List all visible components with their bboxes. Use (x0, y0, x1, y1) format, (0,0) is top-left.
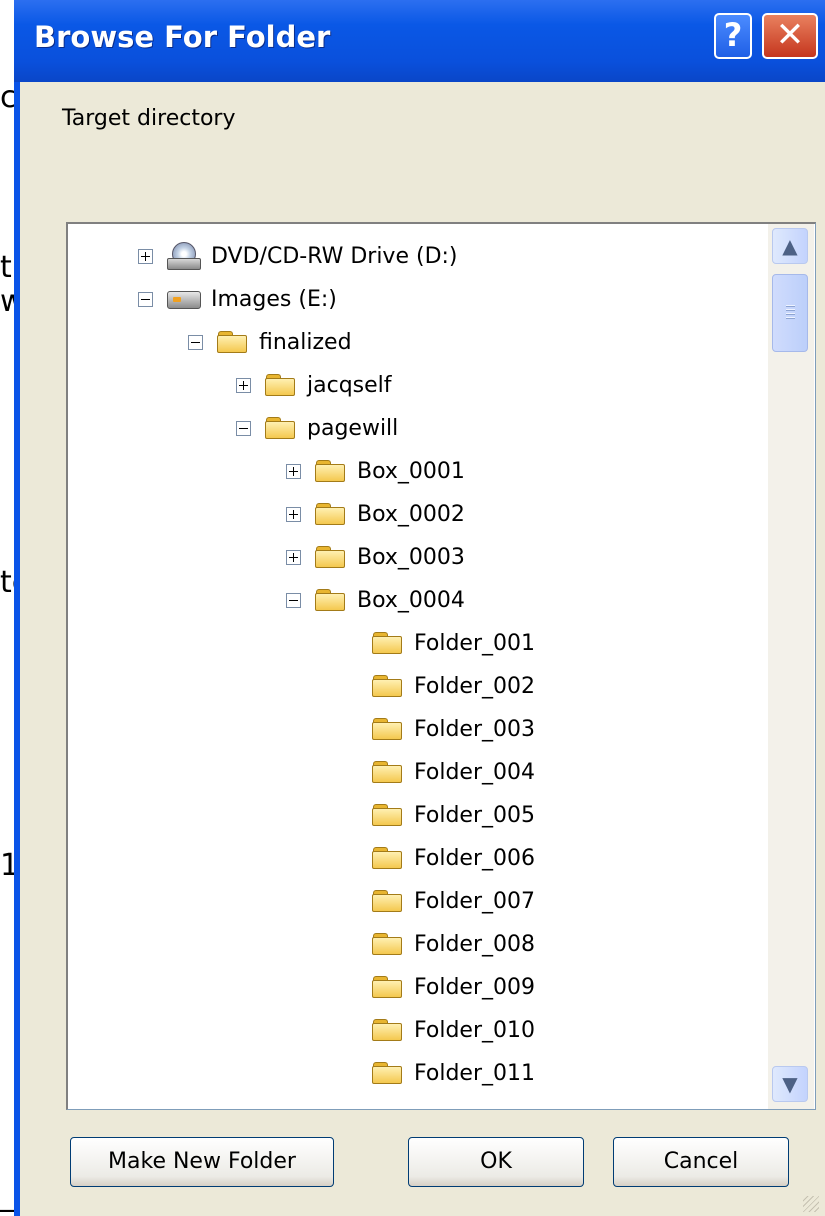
folder-icon (217, 330, 249, 354)
scroll-down-button[interactable]: ▼ (772, 1066, 808, 1102)
grip-icon (786, 305, 795, 321)
tree-node-label: Folder_006 (414, 845, 535, 871)
expand-icon[interactable] (138, 248, 153, 264)
folder-icon (315, 502, 347, 526)
folder-icon (372, 803, 404, 827)
tree-node[interactable]: Folder_007 (372, 881, 535, 921)
scroll-thumb[interactable] (772, 274, 808, 352)
tree-node[interactable]: Folder_011 (372, 1053, 535, 1093)
tree-node[interactable]: Folder_004 (372, 752, 535, 792)
make-new-folder-button[interactable]: Make New Folder (70, 1137, 334, 1187)
folder-icon (315, 459, 347, 483)
tree-node-label: finalized (259, 329, 352, 355)
close-icon: ✕ (775, 15, 805, 55)
tree-node-label: Box_0002 (357, 501, 465, 527)
expand-icon[interactable] (236, 377, 251, 393)
expand-icon[interactable] (286, 549, 301, 565)
folder-tree[interactable]: DVD/CD-RW Drive (D:) Images (E:) finalized… (66, 222, 816, 1110)
dialog-body: Target directory DVD/CD-RW Drive (D:) Ima… (20, 82, 825, 1216)
tree-node[interactable]: DVD/CD-RW Drive (D:) (138, 236, 458, 276)
collapse-icon[interactable] (286, 592, 301, 608)
folder-icon (372, 674, 404, 698)
tree-node-label: DVD/CD-RW Drive (D:) (211, 243, 458, 269)
tree-node[interactable]: pagewill (236, 408, 398, 448)
folder-icon (372, 975, 404, 999)
hard-drive-icon (167, 285, 201, 313)
folder-icon (372, 1061, 404, 1085)
tree-node-label: Folder_004 (414, 759, 535, 785)
resize-grip-icon[interactable] (803, 1196, 819, 1212)
dialog-prompt: Target directory (62, 106, 236, 131)
tree-node-label: Images (E:) (211, 286, 337, 312)
vertical-scrollbar[interactable]: ▲ ▼ (768, 224, 814, 1109)
scroll-up-button[interactable]: ▲ (772, 228, 808, 264)
chevron-up-icon: ▲ (782, 234, 798, 258)
tree-node-label: Folder_005 (414, 802, 535, 828)
cd-drive-icon (167, 242, 201, 270)
folder-icon (372, 889, 404, 913)
tree-node-label: Folder_009 (414, 974, 535, 1000)
folder-icon (372, 1018, 404, 1042)
tree-node[interactable]: Box_0001 (286, 451, 465, 491)
tree-node-label: Box_0004 (357, 587, 465, 613)
help-button[interactable]: ? (714, 13, 752, 59)
ok-button[interactable]: OK (408, 1137, 584, 1187)
background-text: t (0, 250, 12, 285)
tree-node-label: pagewill (307, 415, 399, 441)
tree-node[interactable]: Box_0003 (286, 537, 465, 577)
cancel-button[interactable]: Cancel (613, 1137, 789, 1187)
tree-node[interactable]: Folder_003 (372, 709, 535, 749)
tree-node[interactable]: finalized (188, 322, 352, 362)
close-button[interactable]: ✕ (762, 13, 818, 59)
dialog-title: Browse For Folder (34, 20, 331, 54)
title-bar[interactable]: Browse For Folder ? ✕ (14, 0, 825, 82)
folder-icon (372, 932, 404, 956)
browse-for-folder-dialog: Browse For Folder ? ✕ Target directory D… (14, 0, 825, 1216)
tree-node-label: Folder_002 (414, 673, 535, 699)
expand-icon[interactable] (286, 506, 301, 522)
tree-node[interactable]: Images (E:) (138, 279, 337, 319)
tree-node-label: Folder_010 (414, 1017, 535, 1043)
folder-icon (315, 545, 347, 569)
folder-icon (265, 416, 297, 440)
folder-icon (315, 588, 347, 612)
tree-node-label: Folder_008 (414, 931, 535, 957)
folder-icon (265, 373, 297, 397)
folder-icon (372, 631, 404, 655)
folder-icon (372, 717, 404, 741)
folder-icon (372, 846, 404, 870)
tree-node[interactable]: Folder_009 (372, 967, 535, 1007)
tree-node[interactable]: jacqself (236, 365, 392, 405)
help-icon: ? (723, 16, 743, 54)
background-text: _ (0, 1178, 15, 1213)
tree-node[interactable]: Folder_002 (372, 666, 535, 706)
tree-node[interactable]: Folder_001 (372, 623, 535, 663)
tree-node[interactable]: Box_0004 (286, 580, 465, 620)
tree-node[interactable]: Folder_010 (372, 1010, 535, 1050)
tree-node-label: Folder_011 (414, 1060, 535, 1086)
tree-node[interactable]: Folder_008 (372, 924, 535, 964)
tree-node-label: Folder_003 (414, 716, 535, 742)
tree-node[interactable]: Folder_006 (372, 838, 535, 878)
expand-icon[interactable] (286, 463, 301, 479)
folder-icon (372, 760, 404, 784)
collapse-icon[interactable] (138, 291, 153, 307)
collapse-icon[interactable] (188, 334, 203, 350)
tree-node[interactable]: Box_0002 (286, 494, 465, 534)
tree-node-label: Box_0001 (357, 458, 465, 484)
tree-node-label: Folder_001 (414, 630, 535, 656)
tree-node[interactable]: Folder_005 (372, 795, 535, 835)
collapse-icon[interactable] (236, 420, 251, 436)
tree-node-label: jacqself (307, 372, 392, 398)
tree-node-label: Folder_007 (414, 888, 535, 914)
tree-content: DVD/CD-RW Drive (D:) Images (E:) finalized… (68, 224, 768, 1109)
chevron-down-icon: ▼ (782, 1072, 798, 1096)
tree-node-label: Box_0003 (357, 544, 465, 570)
